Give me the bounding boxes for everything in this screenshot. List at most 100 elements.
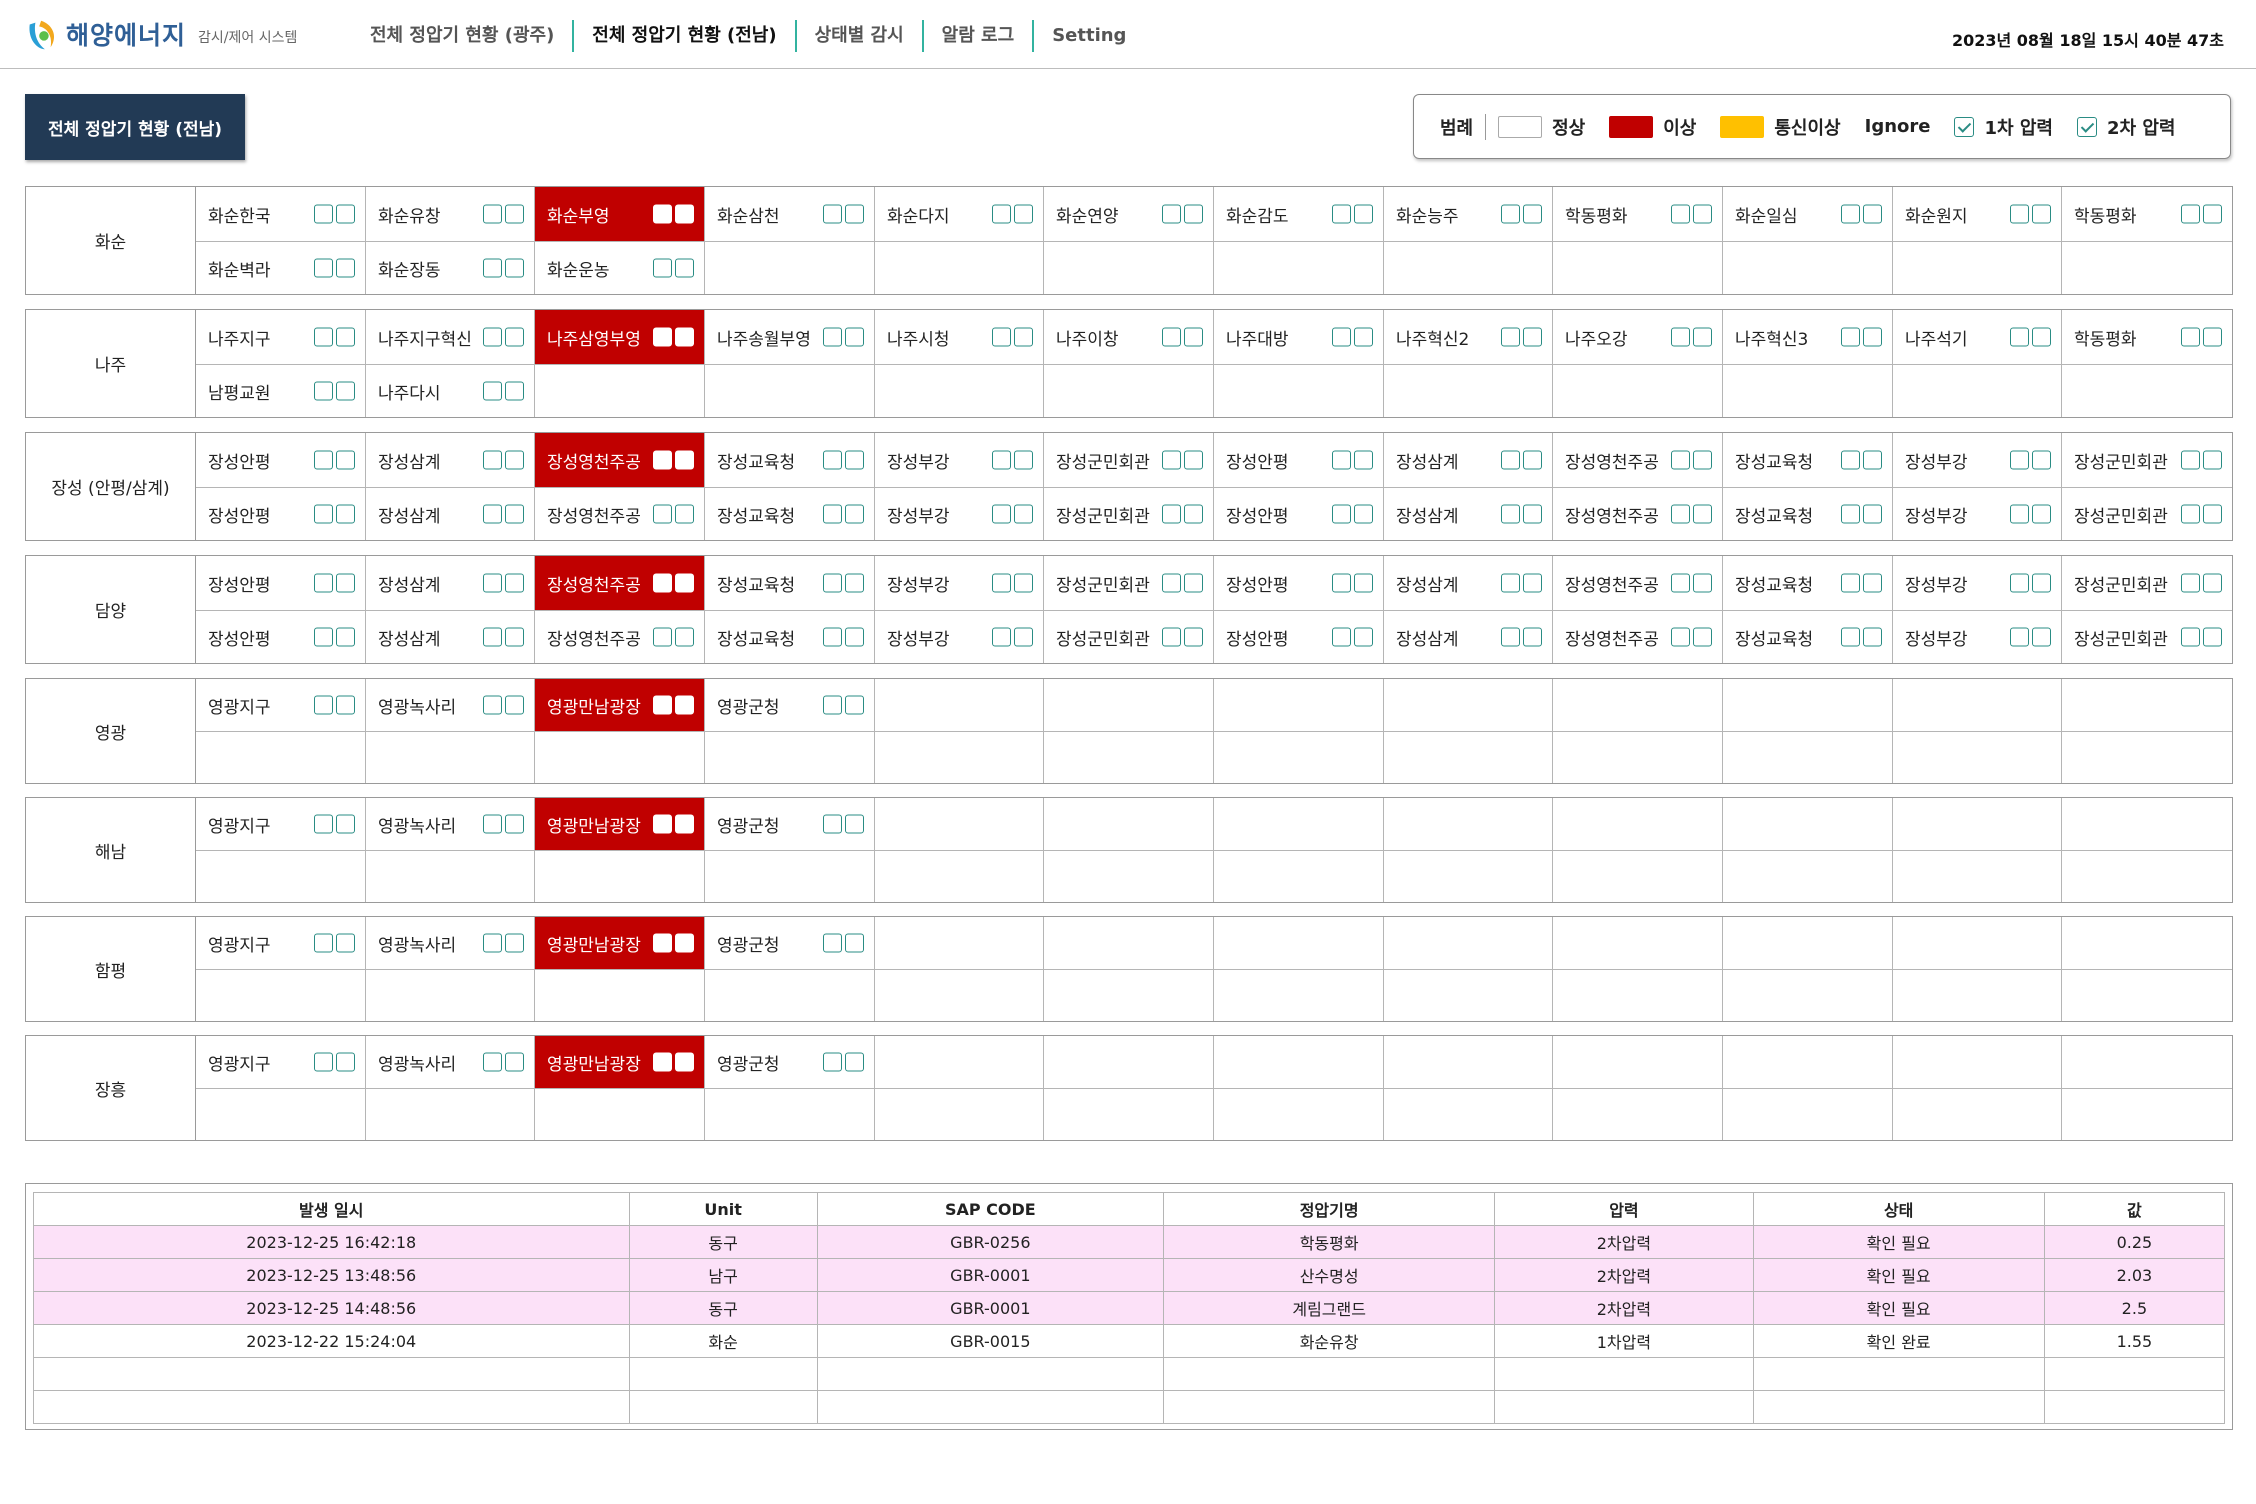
secondary-pressure-checkbox[interactable] bbox=[1693, 204, 1712, 224]
primary-pressure-checkbox[interactable] bbox=[2010, 327, 2029, 347]
primary-pressure-checkbox[interactable] bbox=[483, 381, 502, 401]
station-cell[interactable]: 장성삼계 bbox=[1384, 611, 1553, 663]
station-cell[interactable]: 장성영천주공 bbox=[535, 556, 705, 611]
station-cell[interactable]: 장성영천주공 bbox=[1553, 556, 1723, 611]
station-cell[interactable]: 영광만남광장 bbox=[535, 917, 705, 970]
station-cell[interactable]: 영광만남광장 bbox=[535, 798, 705, 851]
secondary-pressure-checkbox[interactable] bbox=[1354, 204, 1373, 224]
station-cell[interactable]: 장성군민회관 bbox=[1044, 611, 1214, 663]
secondary-pressure-checkbox[interactable] bbox=[505, 258, 524, 278]
secondary-pressure-checkbox[interactable] bbox=[1863, 504, 1882, 524]
secondary-pressure-checkbox[interactable] bbox=[336, 204, 355, 224]
primary-pressure-checkbox[interactable] bbox=[1671, 450, 1690, 470]
column-header[interactable]: 값 bbox=[2043, 1192, 2226, 1226]
secondary-pressure-checkbox[interactable] bbox=[336, 1052, 355, 1072]
station-cell[interactable]: 영광지구 bbox=[196, 798, 366, 851]
primary-pressure-checkbox[interactable] bbox=[1671, 573, 1690, 593]
primary-pressure-checkbox[interactable] bbox=[314, 504, 333, 524]
page-title-button[interactable]: 전체 정압기 현황 (전남) bbox=[25, 94, 245, 160]
primary-pressure-checkbox[interactable] bbox=[2010, 627, 2029, 647]
primary-pressure-checkbox[interactable] bbox=[992, 627, 1011, 647]
primary-pressure-checkbox[interactable] bbox=[2181, 504, 2200, 524]
primary-pressure-checkbox[interactable] bbox=[1501, 573, 1520, 593]
column-header[interactable]: 정압기명 bbox=[1162, 1192, 1496, 1226]
secondary-pressure-checkbox[interactable] bbox=[845, 1052, 864, 1072]
secondary-pressure-checkbox[interactable] bbox=[845, 450, 864, 470]
secondary-pressure-checkbox[interactable] bbox=[1014, 627, 1033, 647]
primary-pressure-checkbox[interactable] bbox=[314, 204, 333, 224]
primary-pressure-checkbox[interactable] bbox=[2181, 627, 2200, 647]
table-row[interactable] bbox=[33, 1357, 2226, 1391]
secondary-pressure-checkbox[interactable] bbox=[1014, 573, 1033, 593]
secondary-pressure-checkbox[interactable] bbox=[1693, 327, 1712, 347]
primary-pressure-checkbox[interactable] bbox=[483, 573, 502, 593]
primary-pressure-checkbox[interactable] bbox=[823, 204, 842, 224]
secondary-pressure-checkbox[interactable] bbox=[2203, 573, 2222, 593]
station-cell[interactable]: 장성교육청 bbox=[705, 488, 875, 540]
secondary-pressure-checkbox[interactable] bbox=[1354, 327, 1373, 347]
station-cell[interactable]: 장성영천주공 bbox=[535, 611, 705, 663]
secondary-pressure-checkbox[interactable] bbox=[845, 627, 864, 647]
primary-pressure-checkbox[interactable] bbox=[1501, 204, 1520, 224]
primary-pressure-checkbox[interactable] bbox=[1501, 504, 1520, 524]
primary-pressure-checkbox[interactable] bbox=[653, 695, 672, 715]
station-cell[interactable]: 영광만남광장 bbox=[535, 1036, 705, 1089]
secondary-pressure-checkbox[interactable] bbox=[675, 450, 694, 470]
station-cell[interactable]: 영광지구 bbox=[196, 917, 366, 970]
station-cell[interactable]: 영광녹사리 bbox=[366, 917, 535, 970]
secondary-pressure-checkbox[interactable] bbox=[1523, 504, 1542, 524]
secondary-pressure-checkbox[interactable] bbox=[1523, 327, 1542, 347]
primary-pressure-checkbox[interactable] bbox=[823, 695, 842, 715]
station-cell[interactable]: 영광군청 bbox=[705, 917, 875, 970]
primary-pressure-checkbox[interactable] bbox=[2010, 204, 2029, 224]
primary-pressure-checkbox[interactable] bbox=[314, 627, 333, 647]
station-cell[interactable]: 장성삼계 bbox=[1384, 556, 1553, 611]
station-cell[interactable]: 장성안평 bbox=[196, 433, 366, 488]
legend-checkbox-secondary-pressure[interactable] bbox=[2076, 116, 2097, 137]
station-cell[interactable]: 장성부강 bbox=[875, 488, 1044, 540]
primary-pressure-checkbox[interactable] bbox=[1671, 327, 1690, 347]
primary-pressure-checkbox[interactable] bbox=[314, 381, 333, 401]
primary-pressure-checkbox[interactable] bbox=[992, 327, 1011, 347]
primary-pressure-checkbox[interactable] bbox=[823, 814, 842, 834]
secondary-pressure-checkbox[interactable] bbox=[2203, 450, 2222, 470]
primary-pressure-checkbox[interactable] bbox=[823, 627, 842, 647]
station-cell[interactable]: 장성안평 bbox=[1214, 611, 1384, 663]
secondary-pressure-checkbox[interactable] bbox=[845, 204, 864, 224]
primary-pressure-checkbox[interactable] bbox=[1162, 450, 1181, 470]
station-cell[interactable]: 학동평화 bbox=[1553, 187, 1723, 242]
station-cell[interactable]: 장성교육청 bbox=[705, 611, 875, 663]
secondary-pressure-checkbox[interactable] bbox=[1863, 627, 1882, 647]
station-cell[interactable]: 영광지구 bbox=[196, 679, 366, 732]
secondary-pressure-checkbox[interactable] bbox=[1354, 450, 1373, 470]
secondary-pressure-checkbox[interactable] bbox=[336, 814, 355, 834]
station-cell[interactable]: 장성군민회관 bbox=[2062, 611, 2232, 663]
station-cell[interactable]: 화순운농 bbox=[535, 242, 705, 294]
secondary-pressure-checkbox[interactable] bbox=[505, 504, 524, 524]
secondary-pressure-checkbox[interactable] bbox=[675, 933, 694, 953]
secondary-pressure-checkbox[interactable] bbox=[1184, 204, 1203, 224]
station-cell[interactable]: 영광만남광장 bbox=[535, 679, 705, 732]
station-cell[interactable]: 장성영천주공 bbox=[1553, 433, 1723, 488]
station-cell[interactable]: 장성교육청 bbox=[1723, 488, 1893, 540]
station-cell[interactable]: 화순원지 bbox=[1893, 187, 2062, 242]
secondary-pressure-checkbox[interactable] bbox=[505, 573, 524, 593]
primary-pressure-checkbox[interactable] bbox=[653, 1052, 672, 1072]
station-cell[interactable]: 나주혁신3 bbox=[1723, 310, 1893, 365]
station-cell[interactable]: 화순다지 bbox=[875, 187, 1044, 242]
primary-pressure-checkbox[interactable] bbox=[314, 258, 333, 278]
station-cell[interactable]: 장성교육청 bbox=[1723, 433, 1893, 488]
primary-pressure-checkbox[interactable] bbox=[314, 814, 333, 834]
secondary-pressure-checkbox[interactable] bbox=[845, 695, 864, 715]
station-cell[interactable]: 장성안평 bbox=[196, 556, 366, 611]
secondary-pressure-checkbox[interactable] bbox=[675, 814, 694, 834]
station-cell[interactable]: 나주다시 bbox=[366, 365, 535, 417]
primary-pressure-checkbox[interactable] bbox=[653, 258, 672, 278]
secondary-pressure-checkbox[interactable] bbox=[1354, 504, 1373, 524]
secondary-pressure-checkbox[interactable] bbox=[1523, 204, 1542, 224]
secondary-pressure-checkbox[interactable] bbox=[1693, 450, 1712, 470]
secondary-pressure-checkbox[interactable] bbox=[1184, 327, 1203, 347]
primary-pressure-checkbox[interactable] bbox=[1841, 204, 1860, 224]
secondary-pressure-checkbox[interactable] bbox=[1014, 450, 1033, 470]
primary-pressure-checkbox[interactable] bbox=[1332, 627, 1351, 647]
